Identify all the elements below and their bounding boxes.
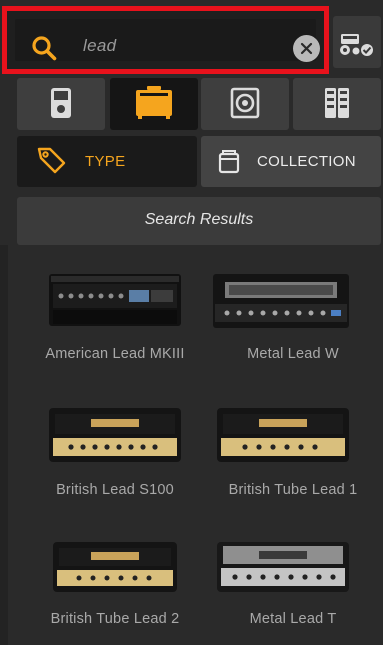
filter-type-label: TYPE [85,153,126,170]
browser-panel: lead TYPE COLLECTION Search Results Amer… [0,0,383,645]
collection-icon [218,150,240,174]
amp-thumbnail [49,274,181,326]
filter-collection-button[interactable]: COLLECTION [201,136,381,187]
category-rack-button[interactable] [293,78,381,130]
amp-thumbnail [217,408,349,462]
search-results-header: Search Results [17,197,381,245]
tag-icon [37,147,66,174]
result-item-metal-lead-w[interactable]: Metal Lead W [203,268,383,383]
result-item-british-lead-s100[interactable]: British Lead S100 [25,404,205,504]
rack-effects-icon [325,88,349,118]
result-item-label: British Tube Lead 2 [50,611,180,627]
speaker-cabinet-icon [230,87,260,119]
amp-head-icon [136,86,172,119]
result-item-metal-lead-t[interactable]: Metal Lead T [203,538,383,638]
left-gutter [0,245,8,645]
result-item-label: British Lead S100 [56,482,174,498]
search-field[interactable]: lead [15,19,320,62]
amp-thumbnail [213,274,349,328]
result-item-british-tube-lead-1[interactable]: British Tube Lead 1 [203,404,383,504]
close-icon [300,42,313,55]
search-input[interactable]: lead [83,36,116,56]
filter-collection-label: COLLECTION [257,153,356,170]
category-stomp-button[interactable] [17,78,105,130]
amp-thumbnail [53,542,177,592]
filter-type-button[interactable]: TYPE [17,136,197,187]
amp-chain-toggle-button[interactable] [333,16,381,68]
result-item-label: British Tube Lead 1 [228,482,358,498]
clear-search-button[interactable] [293,35,320,62]
amp-chain-icon [340,34,373,56]
amp-thumbnail [49,408,181,462]
result-item-label: Metal Lead W [247,346,339,362]
result-item-british-tube-lead-2[interactable]: British Tube Lead 2 [25,538,205,638]
result-item-label: American Lead MKIII [45,346,185,362]
stompbox-icon [51,88,71,118]
search-results-title: Search Results [144,211,254,228]
result-item-american-lead-mkiii[interactable]: American Lead MKIII [25,268,205,383]
category-cab-button[interactable] [201,78,289,130]
category-amp-button[interactable] [110,78,198,130]
result-item-label: Metal Lead T [249,611,337,627]
search-bar-highlight: lead [2,6,329,74]
amp-thumbnail [217,542,349,592]
search-icon [32,36,57,61]
